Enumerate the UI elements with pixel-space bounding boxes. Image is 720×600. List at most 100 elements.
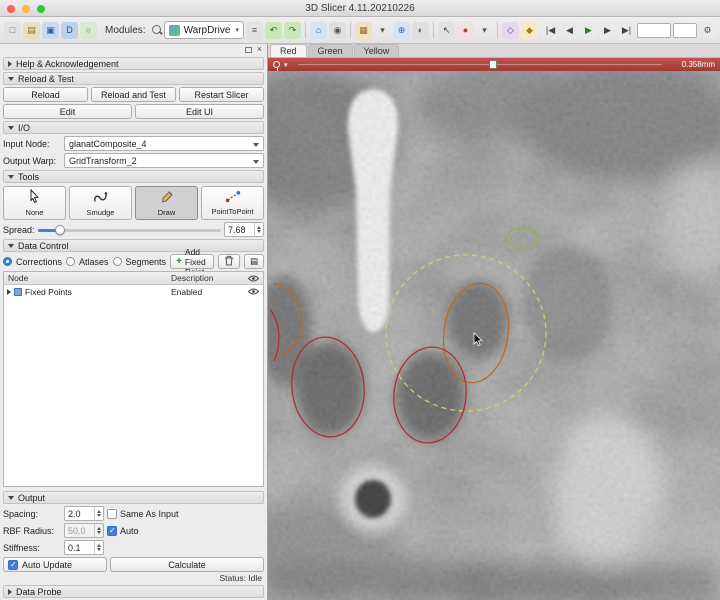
calculate-button[interactable]: Calculate (110, 557, 264, 572)
zoom-window-button[interactable] (37, 5, 45, 13)
module-next-icon[interactable]: ↷ (284, 22, 301, 39)
new-scene-icon[interactable]: □ (4, 22, 21, 39)
module-search-icon[interactable] (151, 24, 160, 37)
spin-arrows-icon[interactable] (94, 507, 103, 520)
layout-icon[interactable]: ▦ (355, 22, 372, 39)
place-point-icon[interactable]: ● (457, 22, 474, 39)
seq-last-icon[interactable]: ▶| (618, 22, 635, 39)
restart-slicer-button[interactable]: Restart Slicer (179, 87, 264, 102)
radio-segments[interactable] (113, 257, 122, 266)
seq-prev-icon[interactable]: ◀ (561, 22, 578, 39)
auto-update-checkbox[interactable] (8, 560, 18, 570)
toolbar-separator (305, 22, 306, 38)
view-tab-green[interactable]: Green (308, 44, 353, 57)
save-scene-icon[interactable]: ▣ (42, 22, 59, 39)
spin-arrows-icon[interactable] (94, 541, 103, 554)
chevron-down-icon: ▾ (235, 26, 239, 34)
module-history-icon[interactable]: ≡ (246, 22, 263, 39)
seq-first-icon[interactable]: |◀ (542, 22, 559, 39)
view-tab-red[interactable]: Red (270, 44, 307, 57)
close-window-button[interactable] (7, 5, 15, 13)
volume-rendering-icon[interactable]: ◇ (502, 22, 519, 39)
radio-atlases[interactable] (66, 257, 75, 266)
tool-smudge-button[interactable]: Smudge (69, 186, 132, 220)
status-text: Status: Idle (5, 573, 262, 583)
spacing-label: Spacing: (3, 509, 61, 519)
pin-icon[interactable] (273, 61, 280, 68)
home-icon[interactable]: ⌂ (310, 22, 327, 39)
rbf-radius-spinbox[interactable]: 50.0 (64, 523, 104, 538)
slice-offset-value: 0.358mm (682, 60, 715, 69)
seq-rate-combo[interactable] (637, 23, 671, 38)
red-slice-controller[interactable]: ▾ 0.358mm (268, 58, 720, 71)
edit-ui-button[interactable]: Edit UI (135, 104, 264, 119)
seq-play-icon[interactable]: ▶ (580, 22, 597, 39)
output-warp-combo[interactable]: GridTransform_2 (64, 153, 264, 168)
pencil-icon (160, 190, 174, 206)
tool-draw-button[interactable]: Draw (135, 186, 198, 220)
radio-corrections[interactable] (3, 257, 12, 266)
load-data-icon[interactable]: ▤ (23, 22, 40, 39)
slice-viewport: RedGreenYellow ▾ 0.358mm (268, 44, 720, 600)
corrections-table: Node Description Fixed Points Enabled (3, 271, 264, 487)
minimize-window-button[interactable] (22, 5, 30, 13)
markups-icon[interactable]: ◆ (521, 22, 538, 39)
close-panel-icon[interactable]: × (257, 45, 262, 54)
collapse-arrow-icon (8, 175, 14, 179)
float-panel-icon[interactable] (245, 47, 252, 53)
section-io[interactable]: I/O (3, 121, 264, 134)
sample-data-icon[interactable]: ○ (80, 22, 97, 39)
list-options-button[interactable]: ▤ (244, 254, 264, 269)
toolbar-separator (497, 22, 498, 38)
module-panel: × Help & Acknowledgement Reload & Test R… (0, 44, 268, 600)
place-menu-icon[interactable]: ▾ (476, 22, 493, 39)
slice-slider-handle[interactable] (489, 60, 497, 69)
collapse-arrow-icon (8, 496, 14, 500)
section-reload-test[interactable]: Reload & Test (3, 72, 264, 85)
view-tab-yellow[interactable]: Yellow (354, 44, 400, 57)
section-data-probe[interactable]: Data Probe (3, 585, 264, 598)
spread-spinbox[interactable]: 7.68 (224, 222, 264, 237)
screenshot-icon[interactable]: ◉ (329, 22, 346, 39)
red-slice-view[interactable] (268, 71, 720, 600)
spacing-spinbox[interactable]: 2.0 (64, 506, 104, 521)
slice-menu-icon[interactable]: ▾ (284, 61, 288, 69)
dicom-icon[interactable]: D (61, 22, 78, 39)
add-fixed-point-button[interactable]: Add Fixed Point (170, 254, 214, 269)
table-row-fixed-points[interactable]: Fixed Points Enabled (4, 285, 263, 298)
tool-none-button[interactable]: None (3, 186, 66, 220)
module-selector[interactable]: WarpDrive ▾ (164, 21, 244, 39)
auto-rbf-checkbox[interactable] (107, 526, 117, 536)
mouse-interact-icon[interactable]: ↖ (438, 22, 455, 39)
seq-next-icon[interactable]: ▶ (599, 22, 616, 39)
section-data-control[interactable]: Data Control (3, 239, 264, 252)
settings-gear-icon[interactable]: ⚙ (699, 22, 716, 39)
section-tools[interactable]: Tools (3, 170, 264, 183)
module-back-icon[interactable]: ↶ (265, 22, 282, 39)
section-help[interactable]: Help & Acknowledgement (3, 57, 264, 70)
spin-arrows-icon[interactable] (254, 223, 263, 236)
input-node-combo[interactable]: glanatComposite_4 (64, 136, 264, 151)
slice-slider-track[interactable] (298, 64, 662, 65)
expand-arrow-icon[interactable] (7, 289, 11, 295)
tool-point-to-point-button[interactable]: PointToPoint (201, 186, 264, 220)
stiffness-label: Stiffness: (3, 543, 61, 553)
seq-index-spin[interactable] (673, 23, 697, 38)
reload-and-test-button[interactable]: Reload and Test (91, 87, 176, 102)
table-header[interactable]: Node Description (4, 272, 263, 285)
section-output[interactable]: Output (3, 491, 264, 504)
stiffness-spinbox[interactable]: 0.1 (64, 540, 104, 555)
layout-menu-icon[interactable]: ▾ (374, 22, 391, 39)
eye-icon[interactable] (248, 287, 259, 297)
slider-handle[interactable] (55, 225, 65, 235)
auto-update-toggle[interactable]: Auto Update (3, 557, 107, 572)
list-icon: ▤ (250, 256, 258, 267)
edit-button[interactable]: Edit (3, 104, 132, 119)
crosshair-icon[interactable]: ⊕ (393, 22, 410, 39)
reload-button[interactable]: Reload (3, 87, 88, 102)
table-body[interactable]: Fixed Points Enabled (4, 285, 263, 486)
spread-slider[interactable] (38, 223, 221, 237)
delete-points-button[interactable] (218, 254, 240, 269)
same-as-input-checkbox[interactable] (107, 509, 117, 519)
window-level-icon[interactable]: ◐ (412, 22, 429, 39)
